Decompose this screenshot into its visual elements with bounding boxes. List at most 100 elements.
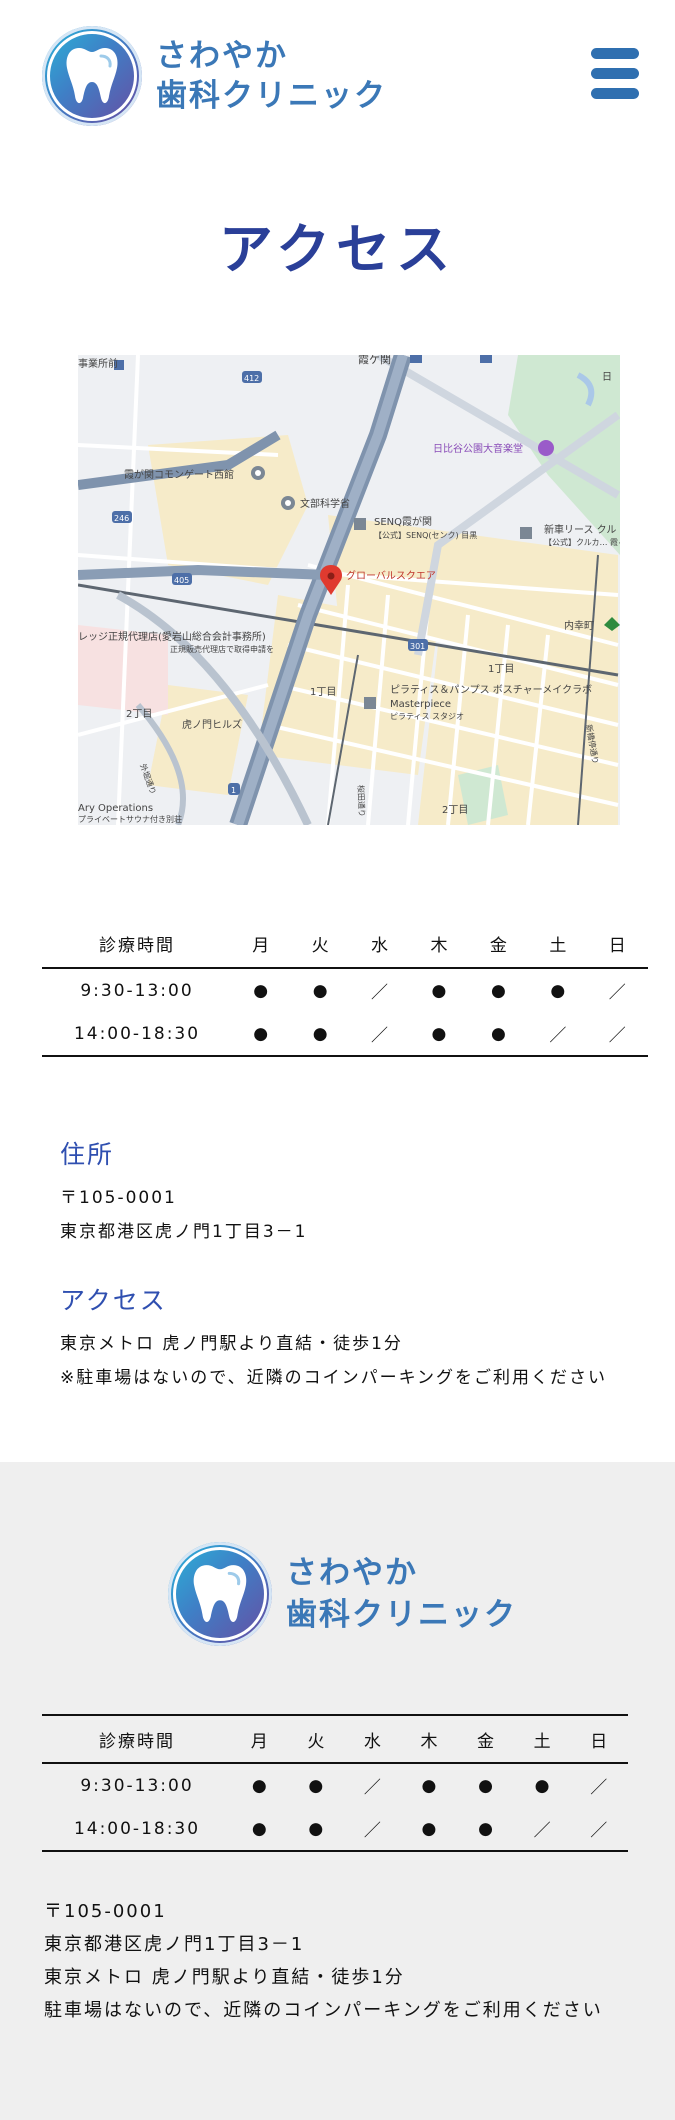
map-label-legal: レッジ正規代理店(愛岩山総合会計事務所) <box>78 630 266 643</box>
footer-postal: 〒105-0001 <box>44 1901 167 1922</box>
hours-header-row: 診療時間 月 火 水 木 金 土 日 <box>42 920 648 969</box>
postal-code: 〒105-0001 <box>60 1188 177 1208</box>
footer-address: 〒105-0001 東京都港区虎ノ門1丁目3－1 東京メトロ 虎ノ門駅より直結・… <box>44 1895 603 2027</box>
access-map[interactable]: 412 246 405 301 1 霞ケ関 事業所前 日比谷公園大音楽堂 霞が関… <box>78 355 620 825</box>
hours-cell: ● <box>232 1807 289 1852</box>
footer-logo-line2: 歯科クリニック <box>286 1597 517 1633</box>
tooth-logo-icon <box>168 1542 272 1646</box>
map-label-uchisaiwai: 内幸町 <box>564 619 594 632</box>
map-label-pilates: ピラティス＆パンプス ボスチャーメイクラボ <box>390 684 592 696</box>
access-heading: アクセス <box>60 1286 167 1315</box>
hours-cell: ● <box>478 1775 495 1796</box>
hours-header-mon: 月 <box>232 1714 289 1764</box>
address-heading: 住所 <box>60 1140 115 1169</box>
hours-cell: ● <box>534 1775 552 1796</box>
map-label-ichome-2: 1丁目 <box>310 687 336 698</box>
map-label-monbu: 文部科学省 <box>300 497 350 510</box>
table-row: 14:00-18:30 ● ● ／ ● ● ／ ／ <box>42 1807 628 1852</box>
map-label-senq: SENQ霞が関 <box>374 515 432 528</box>
hours-time-cell: 14:00-18:30 <box>42 1807 232 1852</box>
hours-header-sun: 日 <box>588 920 648 969</box>
hours-cell: ／ <box>514 1807 572 1852</box>
footer-parking: 駐車場はないので、近隣のコインパーキングをご利用ください <box>44 2000 603 2021</box>
hours-time-cell: 14:00-18:30 <box>42 1012 232 1057</box>
map-label-jimusho: 事業所前 <box>78 357 118 370</box>
hours-cell: ● <box>458 1807 515 1852</box>
hours-cell: ● <box>288 1807 346 1852</box>
hours-header-fri: 金 <box>469 920 530 969</box>
table-row: 14:00-18:30 ● ● ／ ● ● ／ ／ <box>42 1012 648 1057</box>
hours-header-mon: 月 <box>232 920 292 969</box>
hours-header-sat: 土 <box>514 1714 572 1764</box>
hours-cell: ● <box>410 1012 470 1057</box>
hours-cell: ／ <box>588 1012 648 1057</box>
map-label-shinsha: 新車リース クル <box>544 523 616 536</box>
hours-cell: ● <box>401 1807 459 1852</box>
map-label-hibiya: 日 <box>602 372 612 383</box>
route-shield-405: 405 <box>174 576 189 585</box>
map-label-commongate: 霞が関コモンゲート西館 <box>124 468 234 481</box>
hours-header-wed: 水 <box>350 920 411 969</box>
map-label-senq-sub: 【公式】SENQ(センク) 目黒 <box>374 530 477 540</box>
table-row: 9:30-13:00 ● ● ／ ● ● ● ／ <box>42 1763 628 1807</box>
page-title: アクセス <box>218 218 457 281</box>
parking-note: ※駐車場はないので、近隣のコインパーキングをご利用ください <box>60 1368 608 1388</box>
hours-cell: ● <box>469 1012 530 1057</box>
hours-header-fri: 金 <box>458 1714 515 1764</box>
map-label-legal-sub: 正規販売代理店で取得申請を <box>170 644 274 654</box>
map-label-toranomon-hills: 虎ノ門ヒルズ <box>182 718 242 731</box>
hours-cell: ／ <box>590 1778 610 1798</box>
office-hours-table: 診療時間 月 火 水 木 金 土 日 9:30-13:00 ● ● ／ ● ● … <box>42 920 648 1057</box>
map-label-nichome-1: 2丁目 <box>126 709 152 720</box>
map-label-global-square: グローバルスクエア <box>346 569 436 582</box>
hours-cell: ／ <box>608 983 628 1003</box>
map-label-operations: Ary Operations <box>78 803 153 814</box>
map-label-masterpiece: Masterpiece <box>390 699 451 710</box>
map-label-kasumigaseki: 霞ケ関 <box>358 355 391 366</box>
hours-cell: ／ <box>345 1807 402 1852</box>
site-logo[interactable]: さわやか 歯科クリニック <box>42 26 387 126</box>
hours-header-tue: 火 <box>291 920 351 969</box>
map-label-hibiya-hall: 日比谷公園大音楽堂 <box>433 442 523 455</box>
hours-cell: ／ <box>363 1778 383 1798</box>
hours-header-sun: 日 <box>571 1714 628 1764</box>
hamburger-menu-icon[interactable] <box>591 48 641 106</box>
table-row: 9:30-13:00 ● ● ／ ● ● ● ／ <box>42 968 648 1012</box>
logo-line2: 歯科クリニック <box>156 78 387 114</box>
route-shield-246: 246 <box>114 514 129 523</box>
access-route: 東京メトロ 虎ノ門駅より直結・徒歩1分 <box>60 1334 403 1354</box>
hours-time-cell: 9:30-13:00 <box>80 980 194 1001</box>
hours-cell: ● <box>431 980 449 1001</box>
map-label-shinsha-sub: 【公式】クルカ… 霞ヶ関 <box>544 537 620 547</box>
footer-logo[interactable]: さわやか 歯科クリニック <box>168 1542 517 1646</box>
hours-cell: ● <box>312 980 330 1001</box>
access-info: 住所 〒105-0001 東京都港区虎ノ門1丁目3－1 アクセス 東京メトロ 虎… <box>60 1135 640 1395</box>
hours-header-time: 診療時間 <box>42 920 232 969</box>
route-shield-301: 301 <box>410 642 425 651</box>
hours-header-row: 診療時間 月 火 水 木 金 土 日 <box>42 1714 628 1764</box>
hours-header-thu: 木 <box>410 920 470 969</box>
map-label-masterpiece-sub: ピラティス スタジオ <box>390 712 464 721</box>
hours-cell: ／ <box>371 983 391 1003</box>
hours-header-sat: 土 <box>529 920 589 969</box>
route-shield-1: 1 <box>231 786 236 795</box>
map-label-sakurada: 桜田通り <box>356 785 367 817</box>
map-label-nichome-2: 2丁目 <box>442 805 468 816</box>
hours-header-tue: 火 <box>288 1714 346 1764</box>
logo-line1: さわやか <box>156 38 288 74</box>
hours-time-cell: 9:30-13:00 <box>80 1775 194 1796</box>
footer-access: 東京メトロ 虎ノ門駅より直結・徒歩1分 <box>44 1967 405 1988</box>
map-label-operations-sub: プライベートサウナ付き別荘 <box>78 814 182 824</box>
hours-cell: ● <box>490 980 508 1001</box>
hours-cell: ● <box>253 980 271 1001</box>
hours-cell: ● <box>232 1012 292 1057</box>
hours-header-thu: 木 <box>401 1714 459 1764</box>
footer-hours-table: 診療時間 月 火 水 木 金 土 日 9:30-13:00 ● ● ／ ● ● … <box>42 1714 628 1852</box>
hours-cell: ● <box>251 1775 269 1796</box>
hours-header-time: 診療時間 <box>42 1714 232 1764</box>
address-text: 東京都港区虎ノ門1丁目3－1 <box>60 1222 308 1242</box>
route-shield-412: 412 <box>244 374 259 383</box>
tooth-logo-icon <box>42 26 142 126</box>
hours-cell: ／ <box>571 1807 628 1852</box>
hours-cell: ● <box>308 1775 326 1796</box>
